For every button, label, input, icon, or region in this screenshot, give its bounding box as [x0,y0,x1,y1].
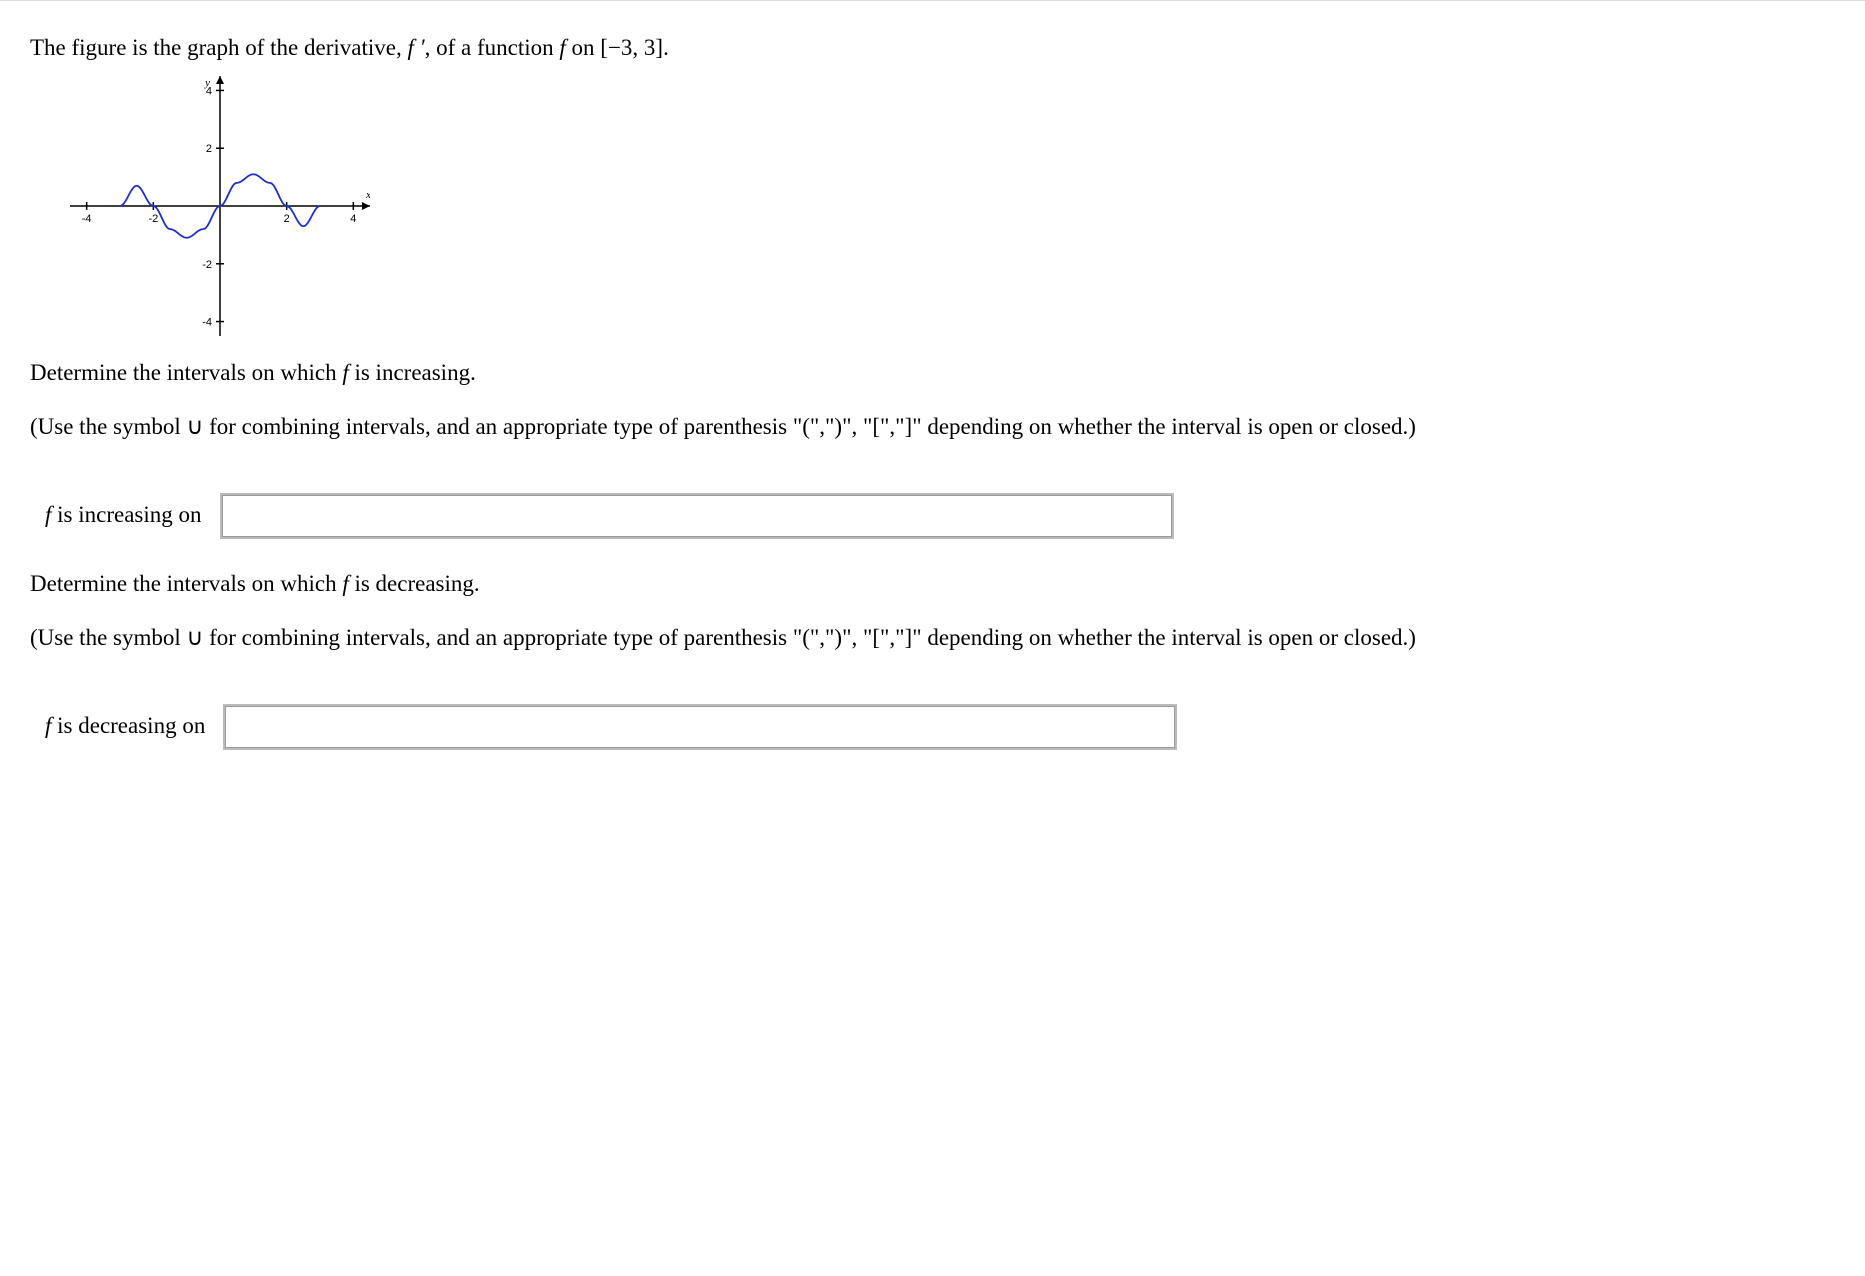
answer-1-input[interactable] [222,495,1172,537]
q1-text: Determine the intervals on which f is in… [30,356,1835,391]
q2-text: Determine the intervals on which f is de… [30,567,1835,602]
answer-2-label: f is decreasing on [45,709,205,744]
intro-fprime: f ′ [407,35,424,60]
answer-row-2: f is decreasing on [30,706,1835,748]
answer-2-input[interactable] [225,706,1175,748]
svg-text:-4: -4 [82,213,92,225]
q2-prefix: Determine the intervals on which [30,571,342,596]
q1-prefix: Determine the intervals on which [30,360,342,385]
intro-text: The figure is the graph of the derivativ… [30,31,1835,66]
svg-text:x: x [365,189,370,201]
svg-text:4: 4 [350,213,356,225]
derivative-graph: -4-224-4-224xy [70,76,370,336]
ans2-label-text: is decreasing on [51,713,205,738]
svg-text:-2: -2 [202,258,212,270]
svg-text:2: 2 [206,143,212,155]
intro-suffix: on [−3, 3]. [566,35,669,60]
svg-text:-2: -2 [148,213,158,225]
answer-1-label: f is increasing on [45,498,202,533]
svg-text:-4: -4 [202,316,212,328]
q1-suffix: is increasing. [349,360,476,385]
question-1: Determine the intervals on which f is in… [30,356,1835,537]
problem-page: The figure is the graph of the derivativ… [0,0,1865,1276]
question-2: Determine the intervals on which f is de… [30,567,1835,748]
svg-text:2: 2 [284,213,290,225]
q2-instructions: (Use the symbol ∪ for combining interval… [30,621,1835,656]
intro-prefix: The figure is the graph of the derivativ… [30,35,407,60]
graph-container: -4-224-4-224xy [70,76,1835,336]
answer-row-1: f is increasing on [30,495,1835,537]
intro-mid: , of a function [425,35,560,60]
ans1-label-text: is increasing on [51,502,201,527]
svg-text:y: y [204,77,210,89]
q2-suffix: is decreasing. [349,571,480,596]
q1-instructions: (Use the symbol ∪ for combining interval… [30,410,1835,445]
